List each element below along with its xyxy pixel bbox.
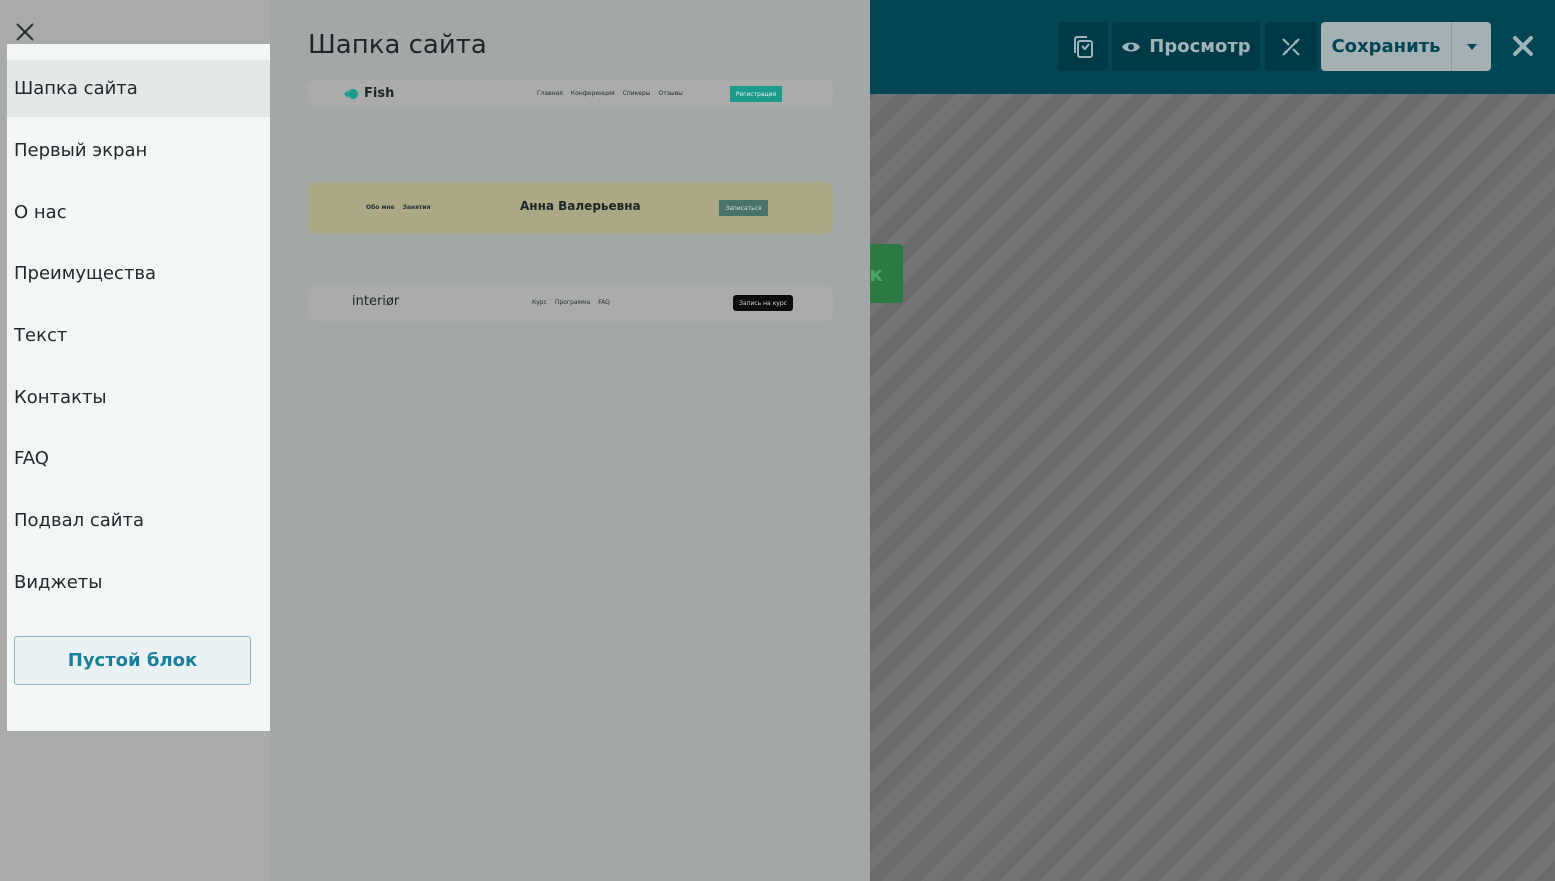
category-list: Шапка сайта Первый экран О нас Преимущес… — [7, 44, 273, 731]
save-label: Сохранить — [1331, 36, 1441, 57]
eye-icon — [1122, 42, 1141, 51]
category-item-hero[interactable]: Первый экран — [7, 122, 272, 179]
category-item-contacts[interactable]: Контакты — [7, 369, 272, 426]
category-item-advantages[interactable]: Преимущества — [7, 245, 272, 302]
history-icon — [1074, 35, 1093, 58]
thumb-button: Записаться — [719, 200, 768, 216]
empty-block-button[interactable]: Пустой блок — [14, 636, 251, 685]
thumb-nav: Обо мне Занятия — [366, 204, 431, 211]
save-options-dropdown[interactable] — [1452, 43, 1491, 50]
thumb-nav: Главная Конференция Спикеры Отзывы — [537, 90, 683, 97]
design-tools-icon — [1282, 37, 1300, 56]
thumb-logo: interiør — [352, 294, 400, 309]
preview-button[interactable]: Просмотр — [1112, 22, 1260, 71]
fish-logo-icon — [344, 88, 358, 99]
preview-label: Просмотр — [1149, 36, 1251, 57]
header-template-interior[interactable]: interiør Курс Программа FAQ Запись на ку… — [308, 285, 833, 321]
thumb-logo: Анна Валерьевна — [520, 199, 641, 213]
header-template-fish[interactable]: Fish Главная Конференция Спикеры Отзывы … — [308, 80, 833, 108]
preview-title: Шапка сайта — [308, 30, 487, 60]
editor-close-button[interactable] — [1506, 29, 1540, 63]
category-item-widgets[interactable]: Виджеты — [7, 554, 272, 611]
thumb-nav: Курс Программа FAQ — [532, 299, 610, 306]
thumb-button: Запись на курс — [733, 295, 793, 311]
thumb-logo: Fish — [344, 86, 394, 101]
thumb-button: Регистрация — [730, 86, 782, 102]
category-item-footer[interactable]: Подвал сайта — [7, 492, 272, 549]
history-button[interactable] — [1058, 22, 1108, 71]
design-button[interactable] — [1265, 22, 1317, 71]
close-icon — [1513, 36, 1533, 56]
category-item-header[interactable]: Шапка сайта — [7, 60, 272, 117]
save-button[interactable]: Сохранить — [1321, 22, 1491, 71]
header-template-anna[interactable]: Обо мне Занятия Анна Валерьевна Записать… — [308, 182, 833, 234]
category-item-faq[interactable]: FAQ — [7, 430, 272, 487]
block-preview-panel: Шапка сайта Fish Главная Конференция Спи… — [270, 0, 870, 881]
caret-down-icon — [1466, 43, 1477, 50]
category-item-about[interactable]: О нас — [7, 184, 272, 241]
close-icon — [16, 23, 34, 41]
category-item-text[interactable]: Текст — [7, 307, 272, 364]
close-library-button[interactable] — [12, 19, 38, 45]
